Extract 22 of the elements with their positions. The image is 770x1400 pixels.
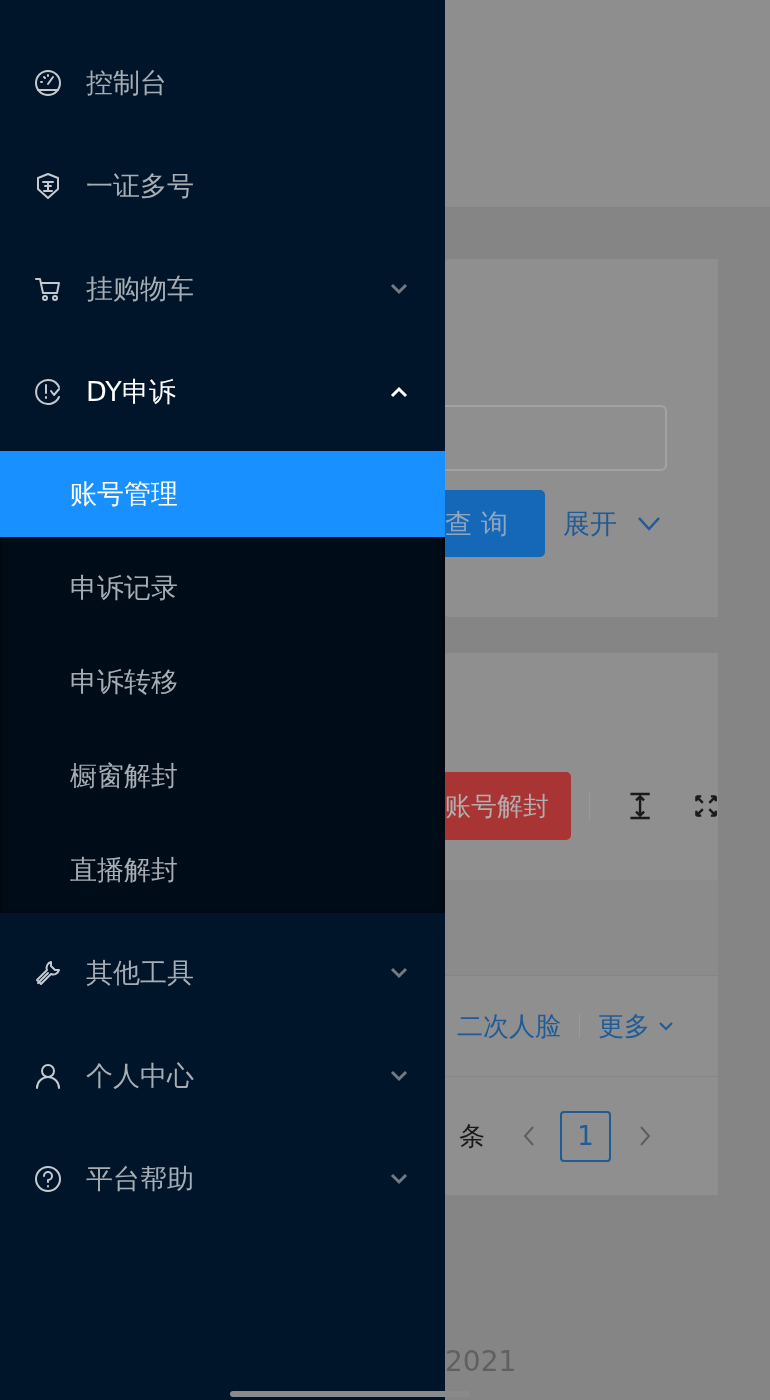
submenu-item[interactable]: 直播解封 (0, 827, 445, 913)
chevron-down-icon[interactable] (390, 282, 408, 295)
clock-alert-icon (33, 376, 63, 407)
menu-item[interactable]: 其他工具 (86, 954, 390, 991)
menu-item[interactable]: 平台帮助 (86, 1160, 390, 1197)
row-height-icon[interactable] (627, 791, 652, 821)
chevron-up-icon[interactable] (390, 385, 408, 398)
submenu-item[interactable]: 申诉记录 (0, 545, 445, 631)
menu-item[interactable]: 一证多号 (86, 167, 408, 204)
menu-item[interactable]: 挂购物车 (86, 270, 390, 307)
input-field[interactable] (445, 405, 667, 471)
menu-item[interactable]: 控制台 (86, 64, 408, 101)
total-count-text: 条 (459, 1119, 485, 1153)
chevron-down-icon[interactable] (390, 966, 408, 979)
menu-item[interactable]: DY申诉 (86, 373, 390, 410)
menu-item[interactable]: 个人中心 (86, 1057, 390, 1094)
submenu-item[interactable]: 申诉转移 (0, 639, 445, 725)
chevron-down-icon[interactable] (390, 1172, 408, 1185)
dashboard-icon (33, 67, 63, 98)
help-icon (33, 1163, 63, 1194)
chevron-down-icon[interactable] (390, 1069, 408, 1082)
submenu-item[interactable]: 橱窗解封 (0, 733, 445, 819)
